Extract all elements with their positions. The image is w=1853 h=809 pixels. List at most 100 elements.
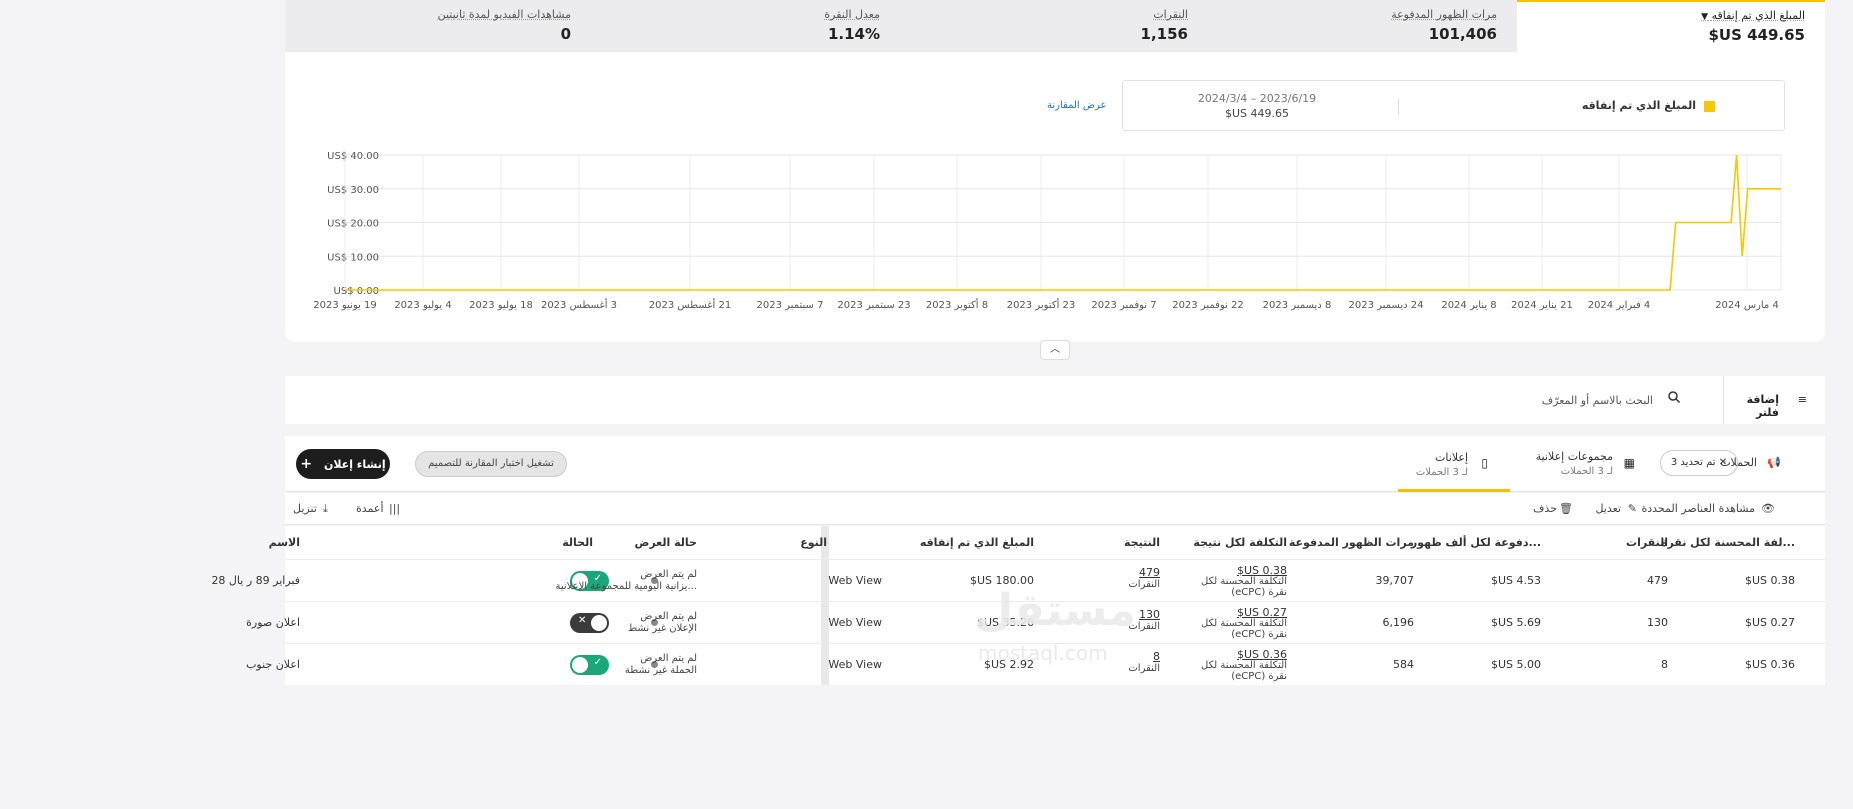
- toggle-knob: [572, 657, 588, 673]
- x-tick-label: 8 يناير 2024: [1441, 300, 1496, 311]
- metric-value: 0: [560, 25, 571, 43]
- header-impressions[interactable]: مرات الظهور المدفوعة: [1289, 536, 1414, 549]
- metric-value: 449.65 US$: [1708, 26, 1805, 44]
- download-button[interactable]: تنزيل: [293, 502, 317, 515]
- cost-per-result-label: التكلفة المحسنة لكل: [1201, 576, 1287, 587]
- y-tick-label: US$ 40.00: [327, 151, 379, 162]
- metric-video-views[interactable]: مشاهدات الفيديو لمدة ثانيتين 0: [271, 8, 571, 43]
- header-cost-per-result[interactable]: التكلفة لكل نتيجة: [1193, 536, 1287, 549]
- metric-label-row: المبلغ الذي تم إنفاقه ▼: [1517, 9, 1805, 22]
- metric-label: المبلغ الذي تم إنفاقه: [1711, 9, 1805, 22]
- toggle-knob: [591, 615, 607, 631]
- caret-down-icon[interactable]: ▼: [1701, 12, 1708, 22]
- edit-button[interactable]: تعديل: [1595, 502, 1621, 515]
- trash-icon: 🗑: [1559, 502, 1573, 515]
- cpm-value: 5.00 US$: [1490, 658, 1541, 671]
- ab-test-button[interactable]: تشغيل اختبار المقارنة للتصميم: [415, 451, 567, 477]
- impressions-value: 6,196: [1382, 616, 1415, 629]
- x-tick-label: 24 ديسمبر 2023: [1348, 300, 1423, 311]
- metrics-bar: مشاهدات الفيديو لمدة ثانيتين 0 معدل النق…: [285, 0, 1825, 52]
- header-status[interactable]: الحالة: [562, 536, 593, 549]
- metric-spent-selector[interactable]: المبلغ الذي تم إنفاقه ▼ 449.65 US$: [1517, 0, 1825, 52]
- result-value[interactable]: 130: [1139, 608, 1160, 621]
- metric-label: مرات الظهور المدفوعة: [1391, 8, 1497, 21]
- ad-name[interactable]: اعلان صورة: [246, 616, 300, 629]
- legend-swatch: [1704, 101, 1715, 112]
- header-delivery[interactable]: حالة العرض: [635, 536, 697, 549]
- ecpc-value: 0.27 US$: [1744, 616, 1795, 629]
- download-icon: ⤓: [323, 502, 328, 515]
- columns-button[interactable]: أعمدة: [356, 502, 384, 515]
- delivery-reason: الحملة غير نشطة: [624, 665, 697, 676]
- x-tick-label: 19 يونيو 2023: [313, 300, 376, 311]
- selected-chip[interactable]: ✕ تم تحديد 3: [1660, 450, 1738, 476]
- delivery-reason: الإعلان غير نشط: [627, 623, 697, 634]
- metric-value: 1,156: [1140, 25, 1188, 43]
- collapse-chart-button[interactable]: ︿: [1040, 340, 1070, 360]
- legend-date-range: 2023/6/19 – 2024/3/4: [1197, 92, 1317, 105]
- pencil-icon: ✎: [1627, 502, 1637, 515]
- compare-link[interactable]: عرض المقارنة: [1047, 100, 1106, 111]
- header-cpm[interactable]: ...دفوعة لكل ألف ظهور: [1411, 536, 1541, 549]
- tab-ads-title: إعلانات: [1435, 451, 1468, 464]
- chevron-up-icon: ︿: [1050, 344, 1060, 355]
- impressions-value: 584: [1393, 658, 1414, 671]
- close-icon[interactable]: ✕: [1719, 457, 1727, 468]
- x-tick-label: 23 سبتمبر 2023: [837, 300, 910, 311]
- y-tick-label: US$ 0.00: [334, 286, 379, 297]
- header-spent[interactable]: المبلغ الذي تم إنفاقه: [920, 536, 1034, 549]
- plus-icon: +: [300, 456, 313, 472]
- add-filter-button[interactable]: إضافة فلتر ≡: [1723, 376, 1825, 424]
- table-toolbar: 👁 مشاهدة العناصر المحددة ✎ تعديل 🗑 حذف |…: [285, 493, 1825, 525]
- x-tick-label: 21 يناير 2024: [1511, 300, 1573, 311]
- watermark-arabic: مستقل: [975, 585, 1136, 636]
- y-tick-label: US$ 10.00: [327, 252, 379, 263]
- filter-icon: ≡: [1797, 393, 1807, 406]
- x-icon: ✕: [578, 615, 587, 626]
- status-toggle[interactable]: ✓: [570, 655, 609, 675]
- delivery-status: لم يتم العرض: [640, 569, 697, 580]
- view-selected-button[interactable]: مشاهدة العناصر المحددة: [1642, 502, 1756, 515]
- header-result[interactable]: النتيجة: [1124, 536, 1160, 549]
- check-icon: ✓: [593, 657, 602, 668]
- impressions-value: 39,707: [1375, 574, 1415, 587]
- cost-per-result-label-2: نقرة (eCPC): [1231, 629, 1287, 640]
- header-type[interactable]: النوع: [800, 536, 827, 549]
- ad-type: Web View: [828, 616, 882, 629]
- ad-name[interactable]: اعلان جنوب: [246, 658, 300, 671]
- tab-ad-groups[interactable]: ▦ مجموعات إعلانية لـ 3 الحملات: [1525, 450, 1635, 477]
- search-input[interactable]: البحث بالاسم أو المعرّف: [1542, 394, 1653, 407]
- delete-button[interactable]: حذف: [1533, 502, 1557, 515]
- tab-ad-groups-title: مجموعات إعلانية: [1535, 450, 1613, 463]
- clicks-value: 8: [1661, 658, 1668, 671]
- tab-ads[interactable]: ▯ إعلانات لـ 3 الحملات: [1398, 436, 1510, 492]
- metric-impressions[interactable]: مرات الظهور المدفوعة 101,406: [1197, 8, 1497, 43]
- cost-per-result-label-2: نقرة (eCPC): [1231, 587, 1287, 598]
- metric-clicks[interactable]: النقرات 1,156: [888, 8, 1188, 43]
- y-tick-label: US$ 20.00: [327, 219, 379, 230]
- spend-line-chart: US$ 0.00 US$ 10.00 US$ 20.00 US$ 30.00 US$ 4…: [313, 151, 1782, 311]
- metric-value: 101,406: [1428, 25, 1497, 43]
- result-value[interactable]: 8: [1153, 650, 1160, 663]
- add-filter-label: إضافة فلتر: [1746, 393, 1779, 419]
- status-toggle[interactable]: ✕: [570, 613, 609, 633]
- selected-chip-label: تم تحديد 3: [1670, 457, 1716, 468]
- cost-per-result-label: التكلفة المحسنة لكل: [1201, 660, 1287, 671]
- phone-icon: ▯: [1481, 456, 1488, 470]
- x-tick-label: 4 يوليو 2023: [394, 300, 451, 311]
- x-tick-label: 4 فبراير 2024: [1588, 300, 1651, 311]
- metric-ctr[interactable]: معدل النقرة 1.14%: [580, 8, 880, 43]
- tab-ads-sub: لـ 3 الحملات: [1415, 467, 1468, 478]
- header-name[interactable]: الاسم: [269, 536, 300, 549]
- create-ad-button[interactable]: إنشاء إعلان +: [296, 449, 390, 479]
- y-tick-label: US$ 30.00: [327, 185, 379, 196]
- x-tick-label: 8 أكتوبر 2023: [926, 298, 988, 311]
- legend-label: المبلغ الذي تم إنفاقه: [1581, 99, 1696, 112]
- clicks-value: 130: [1647, 616, 1668, 629]
- header-ecpc[interactable]: ...لفة المحسنة لكل نقرة: [1661, 536, 1795, 549]
- result-value[interactable]: 479: [1139, 566, 1160, 579]
- ad-name[interactable]: فبراير 89 ر يال 28: [211, 574, 300, 587]
- x-tick-label: 7 سبتمبر 2023: [757, 300, 824, 311]
- ecpc-value: 0.36 US$: [1744, 658, 1795, 671]
- delivery-status: لم يتم العرض: [640, 653, 697, 664]
